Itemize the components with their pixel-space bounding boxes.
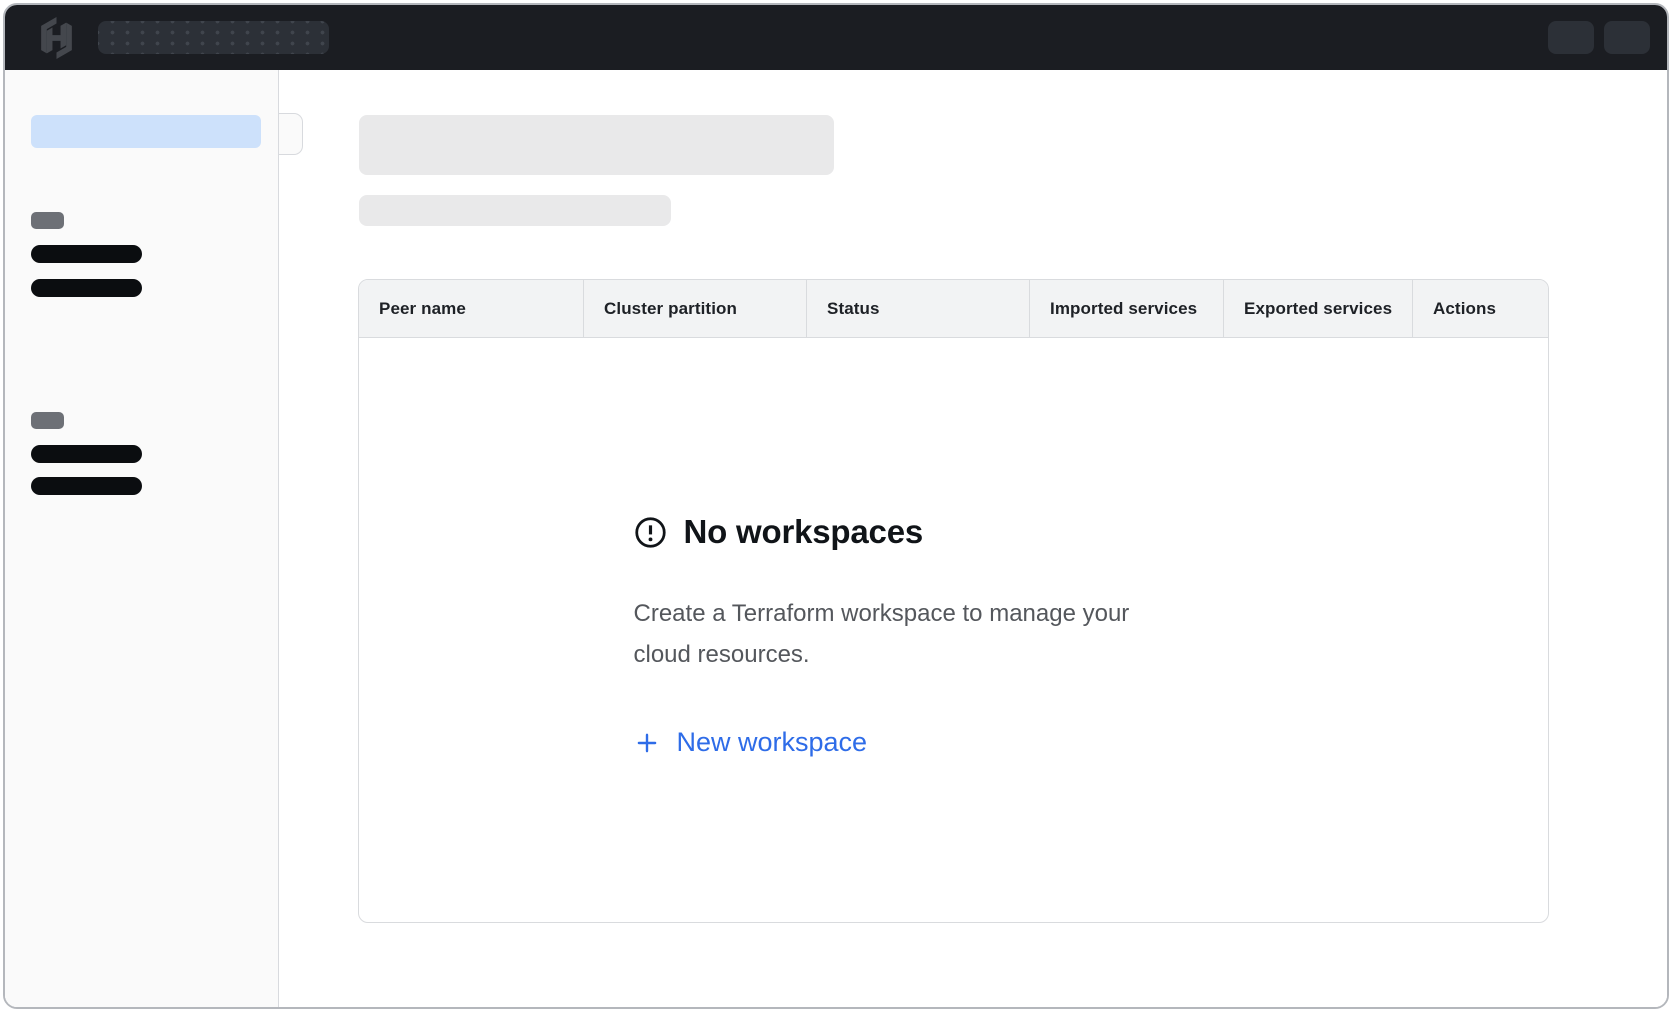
plus-icon xyxy=(634,730,660,756)
sidebar-item-skeleton-2[interactable] xyxy=(31,279,142,297)
empty-state-title-row: No workspaces xyxy=(634,513,1274,551)
sidebar-section-label-skeleton-2 xyxy=(31,412,64,429)
empty-state-description: Create a Terraform workspace to manage y… xyxy=(634,593,1274,675)
column-header-cluster-partition: Cluster partition xyxy=(584,280,807,337)
empty-state-title: No workspaces xyxy=(684,513,924,551)
topbar-button-placeholder-1[interactable] xyxy=(1548,21,1594,54)
empty-state: No workspaces Create a Terraform workspa… xyxy=(634,338,1274,922)
app-window: Peer name Cluster partition Status Impor… xyxy=(3,3,1669,1009)
new-workspace-label: New workspace xyxy=(677,727,868,758)
sidebar-item-skeleton-4[interactable] xyxy=(31,477,142,495)
sidebar-item-skeleton-1[interactable] xyxy=(31,245,142,263)
new-workspace-button[interactable]: New workspace xyxy=(634,727,868,758)
column-header-imported-services: Imported services xyxy=(1030,280,1224,337)
empty-state-description-line-1: Create a Terraform workspace to manage y… xyxy=(634,593,1274,634)
top-navigation-bar xyxy=(5,5,1667,70)
hashicorp-logo-icon[interactable] xyxy=(37,17,76,59)
alert-circle-icon xyxy=(634,516,667,549)
column-header-exported-services: Exported services xyxy=(1224,280,1413,337)
page-title-skeleton xyxy=(359,115,834,175)
column-header-status: Status xyxy=(807,280,1030,337)
sidebar-active-item-skeleton[interactable] xyxy=(31,115,261,148)
table-body: No workspaces Create a Terraform workspa… xyxy=(359,338,1548,922)
table-header-row: Peer name Cluster partition Status Impor… xyxy=(359,280,1548,338)
sidebar xyxy=(5,70,279,1007)
sidebar-section-label-skeleton-1 xyxy=(31,212,64,229)
sidebar-toggle-handle[interactable] xyxy=(279,113,303,155)
column-header-actions: Actions xyxy=(1413,280,1548,337)
sidebar-item-skeleton-3[interactable] xyxy=(31,445,142,463)
peers-table: Peer name Cluster partition Status Impor… xyxy=(358,279,1549,923)
topbar-skeleton-searchbox xyxy=(98,21,329,54)
column-header-peer-name: Peer name xyxy=(359,280,584,337)
topbar-button-placeholder-2[interactable] xyxy=(1604,21,1650,54)
page-subtitle-skeleton xyxy=(359,195,671,226)
screenshot-canvas: Peer name Cluster partition Status Impor… xyxy=(0,0,1672,1012)
app-body: Peer name Cluster partition Status Impor… xyxy=(5,70,1667,1007)
empty-state-description-line-2: cloud resources. xyxy=(634,634,1274,675)
main-content: Peer name Cluster partition Status Impor… xyxy=(279,70,1667,1007)
